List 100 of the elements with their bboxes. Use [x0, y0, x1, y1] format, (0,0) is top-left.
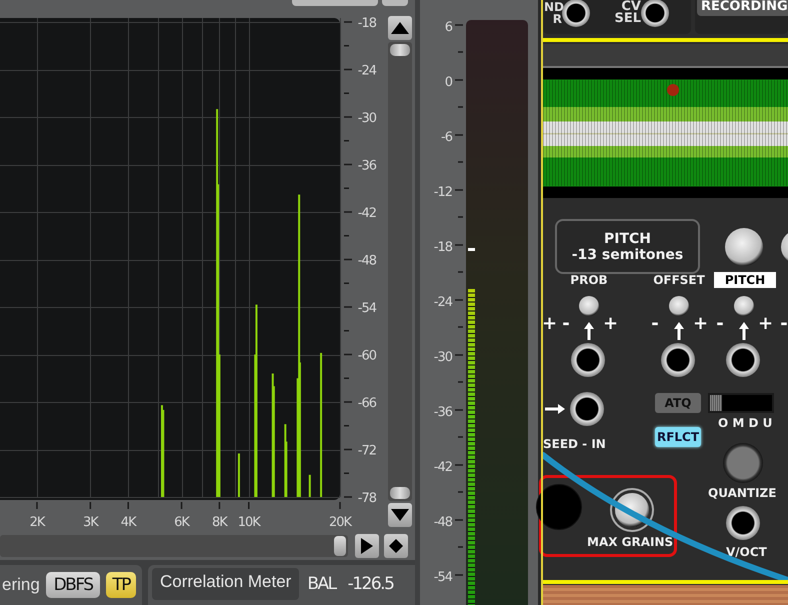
meter-scale-label: -54 — [434, 570, 452, 585]
tick-mark — [458, 436, 463, 438]
axis-label: -78 — [358, 491, 376, 506]
axis-label: -42 — [358, 206, 376, 221]
tick-mark — [455, 409, 463, 411]
tick-mark — [344, 45, 349, 46]
up-arrow-icon — [674, 322, 684, 340]
tick-mark — [344, 472, 349, 474]
play-icon — [361, 538, 373, 554]
tick-mark — [455, 299, 463, 301]
tick-mark — [344, 188, 349, 189]
tick-mark — [90, 502, 92, 509]
meter-scale-label: -12 — [434, 185, 452, 200]
tick-mark — [455, 24, 463, 26]
jack-socket — [726, 343, 760, 377]
quantize-label: QUANTIZE — [708, 486, 776, 500]
jack-socket — [661, 343, 695, 377]
axis-label: -24 — [358, 64, 376, 78]
jack-socket — [571, 343, 605, 377]
toggle-button[interactable]: RFLCT — [655, 427, 701, 447]
correlation-meter-tab[interactable]: Correlation Meter — [152, 568, 300, 600]
sign-label: - — [779, 313, 788, 334]
meter-scale-label: 0 — [444, 75, 452, 90]
scrollbar-thumb[interactable] — [390, 487, 410, 499]
axis-label: 4K — [120, 515, 136, 530]
tick-mark — [458, 546, 463, 548]
axis-label: 2K — [30, 515, 44, 530]
axis-label: -30 — [358, 111, 376, 126]
tick-mark — [344, 425, 349, 426]
meter-scale-label: -18 — [434, 240, 452, 255]
tick-mark — [455, 574, 463, 576]
axis-label: -48 — [358, 254, 376, 268]
tick-mark — [458, 51, 463, 53]
sign-label: + — [758, 313, 770, 334]
tick-mark — [344, 140, 349, 142]
tick-mark — [458, 491, 463, 493]
tick-mark — [455, 464, 463, 466]
sign-label: - — [650, 313, 660, 334]
knob — [725, 228, 763, 266]
play-button[interactable] — [355, 534, 379, 558]
meter-scale-label: -48 — [434, 515, 452, 530]
patch-cable[interactable] — [543, 452, 788, 583]
tick-mark — [458, 271, 463, 273]
up-arrow-icon — [584, 322, 594, 340]
tick-mark — [344, 448, 352, 450]
axis-label: -60 — [358, 348, 376, 364]
tick-mark — [458, 106, 463, 108]
toolbar-button[interactable] — [382, 0, 408, 6]
scrollbar-thumb[interactable] — [334, 536, 346, 556]
knob-label: PITCH — [714, 272, 776, 288]
meter-scale-label: -42 — [434, 460, 452, 475]
tick-mark — [455, 519, 463, 521]
tick-mark — [344, 258, 352, 260]
diamond-icon — [389, 539, 403, 553]
jack-label: CV SEL — [613, 1, 641, 25]
tick-mark — [344, 354, 352, 356]
tick-mark — [344, 306, 352, 308]
balance-value: -126.5 — [348, 574, 394, 594]
tick-mark — [344, 116, 352, 118]
axis-label: 10K — [238, 515, 260, 530]
tick-mark — [344, 21, 352, 23]
axis-label: 8K — [212, 515, 227, 530]
scrollbar-track[interactable] — [388, 42, 412, 501]
meter-scale-label: -6 — [441, 130, 452, 145]
tick-mark — [344, 68, 352, 70]
switch-label: O M D U — [718, 416, 772, 430]
tick-mark — [344, 164, 352, 166]
scale-button[interactable]: TP — [106, 572, 136, 598]
tick-mark — [36, 502, 38, 509]
balance-label: BAL — [307, 574, 336, 594]
up-arrow-icon — [391, 22, 409, 34]
tick-mark — [344, 211, 352, 213]
knob — [579, 296, 599, 316]
scroll-up-button[interactable] — [388, 16, 412, 40]
tick-mark — [344, 330, 349, 332]
sign-label: + — [542, 313, 554, 334]
knob-label: OFFSET — [652, 272, 706, 288]
axis-label: 6K — [174, 515, 189, 530]
tick-mark — [344, 378, 349, 379]
metering-label: ering — [2, 575, 40, 595]
reset-button[interactable] — [384, 534, 408, 558]
knob — [669, 296, 689, 316]
scroll-down-button[interactable] — [388, 503, 412, 527]
meter-scale-label: -30 — [434, 350, 452, 365]
scale-button[interactable]: DBFS — [46, 572, 100, 598]
tick-mark — [455, 244, 463, 246]
scrollbar-thumb[interactable] — [390, 44, 410, 56]
voct-label: V/OCT — [726, 545, 767, 559]
jack-socket — [726, 506, 760, 540]
tick-mark — [344, 282, 349, 284]
scrollbar-track[interactable] — [0, 535, 348, 557]
tick-mark — [218, 502, 220, 509]
tick-mark — [455, 354, 463, 356]
mode-switch[interactable] — [710, 395, 722, 411]
tick-mark — [248, 502, 250, 509]
axis-label: -36 — [358, 158, 376, 174]
tick-mark — [344, 92, 349, 94]
jack-label: ND R — [544, 1, 562, 25]
up-arrow-icon — [739, 322, 749, 340]
tick-mark — [458, 326, 463, 328]
